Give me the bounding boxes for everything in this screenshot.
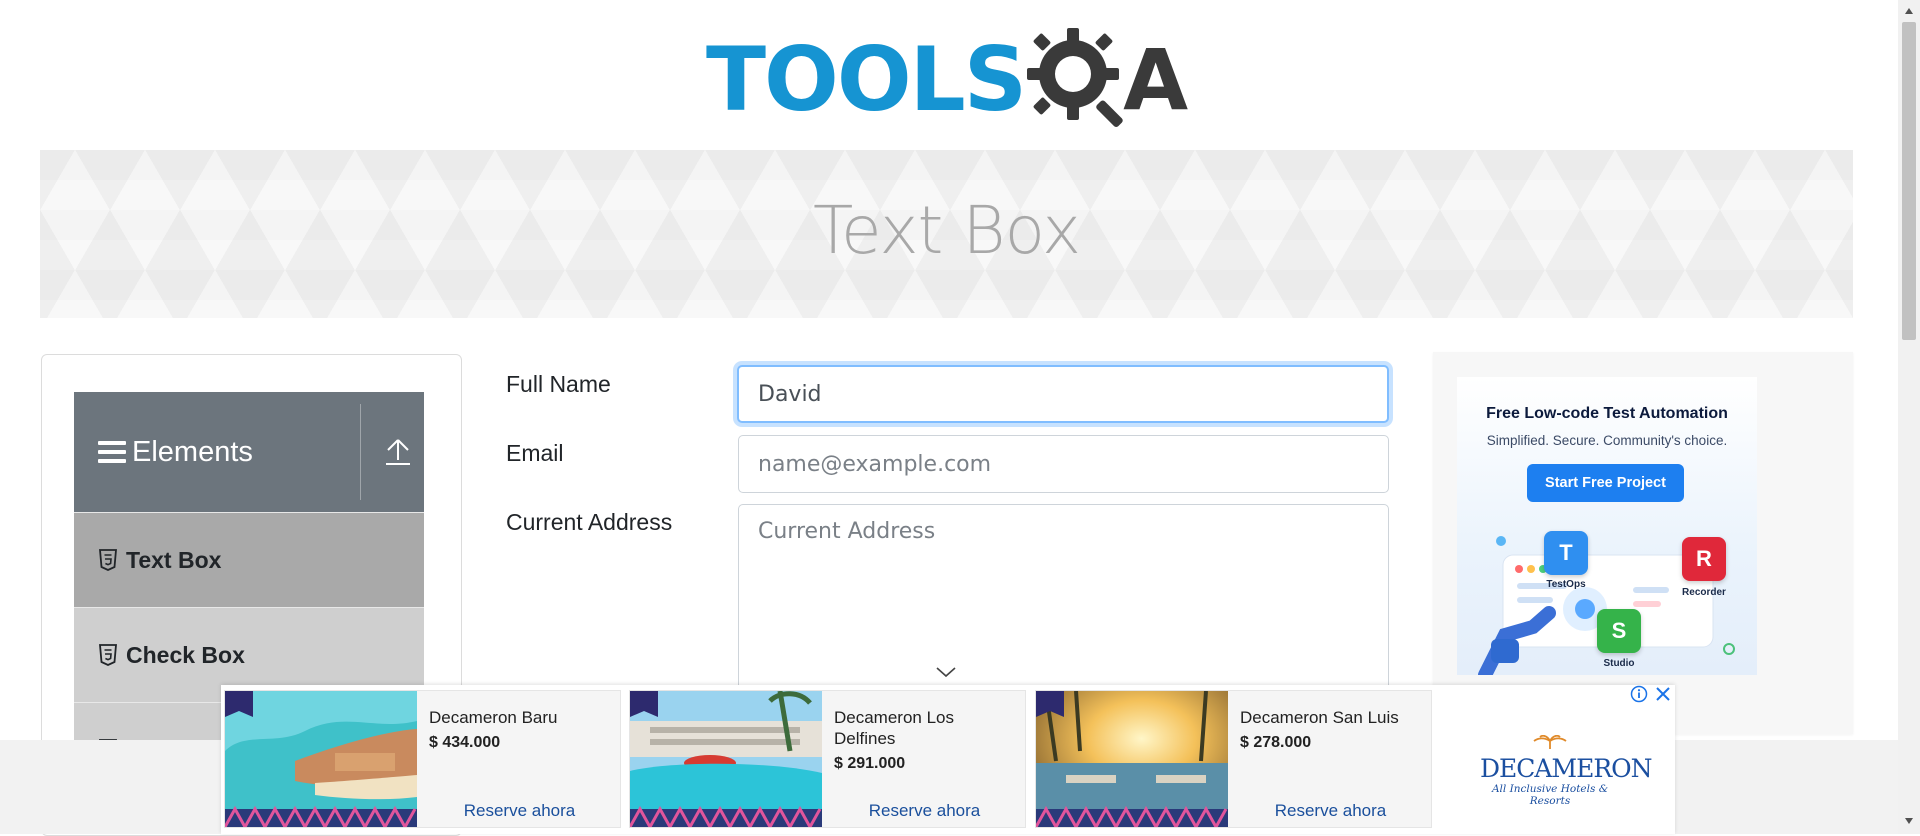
- hotel-price: $ 278.000: [1240, 734, 1312, 751]
- hamburger-icon: [98, 441, 126, 463]
- scrollbar-thumb[interactable]: [1902, 22, 1916, 340]
- chevron-down-icon[interactable]: [934, 664, 958, 680]
- html5-icon: [99, 549, 117, 571]
- recorder-tile: R: [1682, 537, 1726, 581]
- page-scrollbar[interactable]: [1898, 0, 1920, 834]
- logo-suffix: A: [1123, 31, 1189, 129]
- hotel-name[interactable]: Decameron San Luis: [1240, 707, 1420, 728]
- decameron-logo[interactable]: DECAMERON All Inclusive Hotels & Resorts: [1480, 734, 1653, 807]
- brand-name: DECAMERON: [1480, 754, 1653, 783]
- current-address-textarea[interactable]: [738, 504, 1389, 694]
- hotel-name[interactable]: Decameron Los Delfines: [834, 707, 1014, 749]
- hotel-card-los-delfines[interactable]: Decameron Los Delfines $ 291.000 Reserve…: [629, 690, 1026, 828]
- testops-label: TestOps: [1546, 579, 1586, 590]
- hotel-photo[interactable]: [225, 691, 417, 827]
- side-ad-headline: Free Low-code Test Automation: [1486, 405, 1728, 422]
- scroll-up-icon[interactable]: [1903, 6, 1915, 16]
- sidebar-item-text-box[interactable]: Text Box: [74, 512, 424, 607]
- hotel-price: $ 291.000: [834, 755, 906, 772]
- page-banner: Text Box: [40, 150, 1853, 318]
- page-title: Text Box: [812, 192, 1081, 269]
- email-input[interactable]: [738, 435, 1389, 493]
- reserve-button[interactable]: Reserve ahora: [1228, 801, 1433, 821]
- full-name-label: Full Name: [506, 371, 611, 397]
- close-icon[interactable]: [1654, 685, 1672, 703]
- hotel-name[interactable]: Decameron Baru: [429, 707, 609, 728]
- html5-icon: [99, 644, 117, 666]
- email-label: Email: [506, 440, 564, 466]
- logo-text: TOOLS: [706, 28, 1027, 131]
- header-divider: [360, 404, 361, 500]
- reserve-button[interactable]: Reserve ahora: [822, 801, 1027, 821]
- sidebar-item-label: Check Box: [126, 641, 245, 668]
- palm-icon: [1533, 734, 1567, 749]
- hotel-card-baru[interactable]: Decameron Baru $ 434.000 Reserve ahora: [224, 690, 621, 828]
- studio-tile: S: [1597, 609, 1641, 653]
- hotel-price: $ 434.000: [429, 734, 501, 751]
- gear-magnifier-icon: [1027, 28, 1123, 132]
- ad-info-icon[interactable]: [1630, 685, 1648, 703]
- toolsqa-logo[interactable]: TOOLS A: [706, 22, 1196, 138]
- bottom-ad-banner[interactable]: Decameron Baru $ 434.000 Reserve ahora D…: [221, 685, 1675, 834]
- scroll-down-icon[interactable]: [1903, 816, 1915, 826]
- reserve-button[interactable]: Reserve ahora: [417, 801, 622, 821]
- hotel-card-san-luis[interactable]: Decameron San Luis $ 278.000 Reserve aho…: [1035, 690, 1432, 828]
- current-address-label: Current Address: [506, 509, 673, 535]
- collapse-arrow-icon[interactable]: [380, 432, 416, 472]
- side-ad[interactable]: Free Low-code Test Automation Simplified…: [1457, 377, 1757, 675]
- hotel-photo[interactable]: [630, 691, 822, 827]
- side-ad-subline: Simplified. Secure. Community's choice.: [1486, 433, 1728, 448]
- sidebar-group-title: Elements: [132, 435, 253, 468]
- testops-tile: T: [1544, 531, 1588, 575]
- full-name-input[interactable]: [737, 365, 1389, 423]
- studio-label: Studio: [1603, 658, 1635, 669]
- brand-tagline: All Inclusive Hotels & Resorts: [1491, 783, 1609, 807]
- sidebar-group-elements[interactable]: Elements: [74, 392, 424, 512]
- hotel-photo[interactable]: [1036, 691, 1228, 827]
- sidebar-item-label: Text Box: [126, 546, 222, 573]
- start-free-project-button[interactable]: Start Free Project: [1527, 464, 1684, 502]
- recorder-label: Recorder: [1682, 587, 1726, 598]
